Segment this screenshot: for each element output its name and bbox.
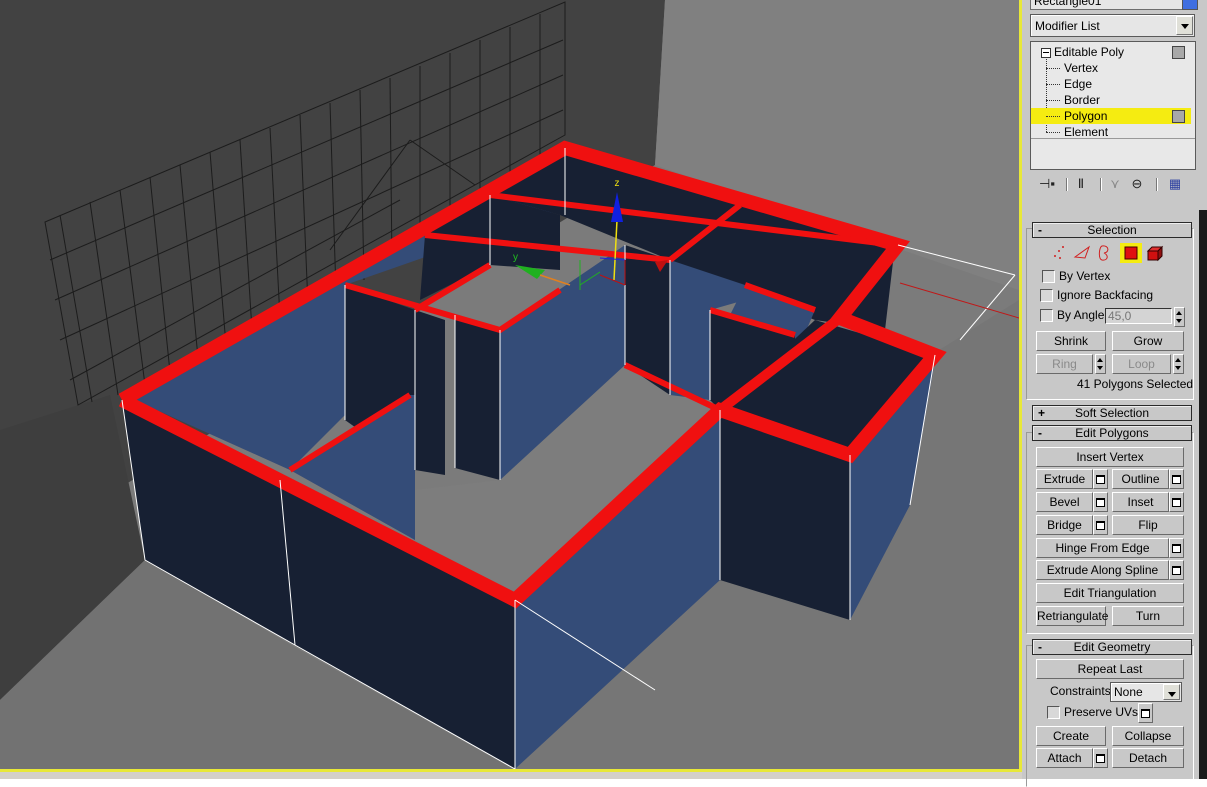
- attach-settings-icon[interactable]: [1093, 748, 1108, 768]
- chevron-down-icon[interactable]: [1176, 16, 1193, 35]
- modifier-toggle-icon[interactable]: [1172, 46, 1185, 59]
- modifier-list-dropdown[interactable]: Modifier List: [1030, 14, 1195, 37]
- make-unique-icon[interactable]: ⋎: [1106, 174, 1124, 194]
- by-angle-input[interactable]: 45,0: [1105, 308, 1172, 324]
- soft-selection-rollout-header[interactable]: + Soft Selection: [1032, 405, 1192, 421]
- bridge-button[interactable]: Bridge: [1036, 515, 1093, 535]
- detach-button[interactable]: Detach: [1112, 748, 1184, 768]
- vertex-level-icon[interactable]: [1050, 243, 1072, 263]
- turn-button[interactable]: Turn: [1112, 606, 1184, 626]
- repeat-last-button[interactable]: Repeat Last: [1036, 659, 1184, 679]
- stack-item-polygon[interactable]: Polygon: [1031, 108, 1191, 124]
- bridge-settings-icon[interactable]: [1093, 515, 1108, 535]
- stack-item-border[interactable]: Border: [1031, 92, 1191, 108]
- stack-toolbar: ⊣▪ Ⅱ ⋎ ⊖ ▦: [1032, 174, 1197, 194]
- hinge-settings-icon[interactable]: [1169, 538, 1184, 558]
- stack-item-label: Editable Poly: [1054, 45, 1125, 59]
- attach-button[interactable]: Attach: [1036, 748, 1093, 768]
- by-angle-spinner[interactable]: [1174, 307, 1185, 327]
- border-level-icon[interactable]: [1094, 243, 1116, 263]
- stack-item-edge[interactable]: Edge: [1031, 76, 1191, 92]
- selection-status: 41 Polygons Selected: [1077, 377, 1194, 391]
- stack-item-vertex[interactable]: Vertex: [1031, 60, 1191, 76]
- pin-stack-icon[interactable]: ⊣▪: [1036, 174, 1058, 194]
- flip-button[interactable]: Flip: [1112, 515, 1184, 535]
- edit-triangulation-button[interactable]: Edit Triangulation: [1036, 583, 1184, 603]
- chevron-down-icon[interactable]: [1163, 684, 1180, 700]
- extrude-along-spline-settings-icon[interactable]: [1169, 560, 1184, 580]
- gizmo-z-label: z: [615, 178, 620, 189]
- stack-item-label: Border: [1064, 93, 1101, 107]
- hinge-from-edge-button[interactable]: Hinge From Edge: [1036, 538, 1169, 558]
- bevel-button[interactable]: Bevel: [1036, 492, 1093, 512]
- constraints-label: Constraints:: [1050, 684, 1115, 698]
- by-vertex-checkbox[interactable]: [1042, 270, 1055, 283]
- gizmo-y-label: y: [513, 252, 518, 263]
- extrude-settings-icon[interactable]: [1093, 469, 1108, 489]
- preserve-uvs-label: Preserve UVs: [1064, 705, 1139, 719]
- rollout-title: Edit Geometry: [1073, 640, 1151, 654]
- command-panel: Rectangle01 Modifier List Editable Poly …: [1022, 0, 1207, 787]
- inset-settings-icon[interactable]: [1169, 492, 1184, 512]
- outline-button[interactable]: Outline: [1112, 469, 1169, 489]
- shrink-button[interactable]: Shrink: [1036, 331, 1106, 351]
- inset-button[interactable]: Inset: [1112, 492, 1169, 512]
- interior-wall-4: [455, 315, 500, 480]
- stack-item-label: Polygon: [1064, 109, 1108, 123]
- collapse-button[interactable]: Collapse: [1112, 726, 1184, 746]
- panel-scrollbar[interactable]: [1199, 210, 1207, 779]
- extrude-along-spline-button[interactable]: Extrude Along Spline: [1036, 560, 1169, 580]
- polygon-level-icon[interactable]: [1120, 243, 1142, 263]
- modifier-list-label: Modifier List: [1035, 19, 1100, 33]
- red-bounding-line: [899, 282, 1019, 319]
- modifier-toggle-icon[interactable]: [1172, 110, 1185, 123]
- perspective-viewport[interactable]: z y: [0, 0, 1022, 772]
- loop-spinner[interactable]: [1173, 354, 1184, 374]
- insert-vertex-button[interactable]: Insert Vertex: [1036, 447, 1184, 467]
- element-level-icon[interactable]: [1144, 243, 1166, 263]
- status-strip: [0, 772, 1022, 779]
- grow-button[interactable]: Grow: [1112, 331, 1184, 351]
- preserve-uvs-settings-icon[interactable]: [1138, 703, 1153, 723]
- bevel-settings-icon[interactable]: [1093, 492, 1108, 512]
- extrude-button[interactable]: Extrude: [1036, 469, 1093, 489]
- subobject-level-icons: [1050, 241, 1195, 265]
- retriangulate-button[interactable]: Retriangulate: [1036, 606, 1108, 626]
- outline-settings-icon[interactable]: [1169, 469, 1184, 489]
- create-button[interactable]: Create: [1036, 726, 1106, 746]
- by-angle-checkbox[interactable]: [1040, 309, 1053, 322]
- ring-spinner[interactable]: [1095, 354, 1106, 374]
- object-color-swatch[interactable]: [1182, 0, 1198, 10]
- interior-wall-3: [415, 310, 445, 475]
- object-name-field[interactable]: Rectangle01: [1030, 0, 1183, 10]
- remove-modifier-icon[interactable]: ⊖: [1128, 174, 1146, 194]
- stack-item-label: Edge: [1064, 77, 1093, 91]
- constraints-dropdown[interactable]: None: [1110, 682, 1182, 702]
- ignore-backfacing-label: Ignore Backfacing: [1057, 288, 1154, 302]
- show-end-result-icon[interactable]: Ⅱ: [1072, 174, 1090, 194]
- stack-item-editable-poly[interactable]: Editable Poly: [1031, 44, 1191, 60]
- rollout-title: Edit Polygons: [1075, 426, 1149, 440]
- edit-polygons-rollout-header[interactable]: - Edit Polygons: [1032, 425, 1192, 441]
- modifier-stack[interactable]: Editable Poly Vertex Edge Border Polygon…: [1030, 41, 1196, 170]
- rollout-title: Selection: [1087, 223, 1137, 237]
- constraints-value: None: [1114, 685, 1143, 699]
- selection-rollout-header[interactable]: - Selection: [1032, 222, 1192, 238]
- rollout-title: Soft Selection: [1074, 406, 1150, 420]
- edge-level-icon[interactable]: [1072, 243, 1094, 263]
- edit-geometry-rollout-header[interactable]: - Edit Geometry: [1032, 639, 1192, 655]
- loop-button[interactable]: Loop: [1112, 354, 1171, 374]
- preserve-uvs-checkbox[interactable]: [1047, 706, 1060, 719]
- stack-item-label: Vertex: [1064, 61, 1099, 75]
- by-vertex-label: By Vertex: [1059, 269, 1111, 283]
- ignore-backfacing-checkbox[interactable]: [1040, 289, 1053, 302]
- scene-canvas[interactable]: z y: [0, 0, 1019, 769]
- configure-modifier-sets-icon[interactable]: ▦: [1164, 174, 1186, 194]
- ring-button[interactable]: Ring: [1036, 354, 1093, 374]
- by-angle-label: By Angle:: [1057, 308, 1108, 322]
